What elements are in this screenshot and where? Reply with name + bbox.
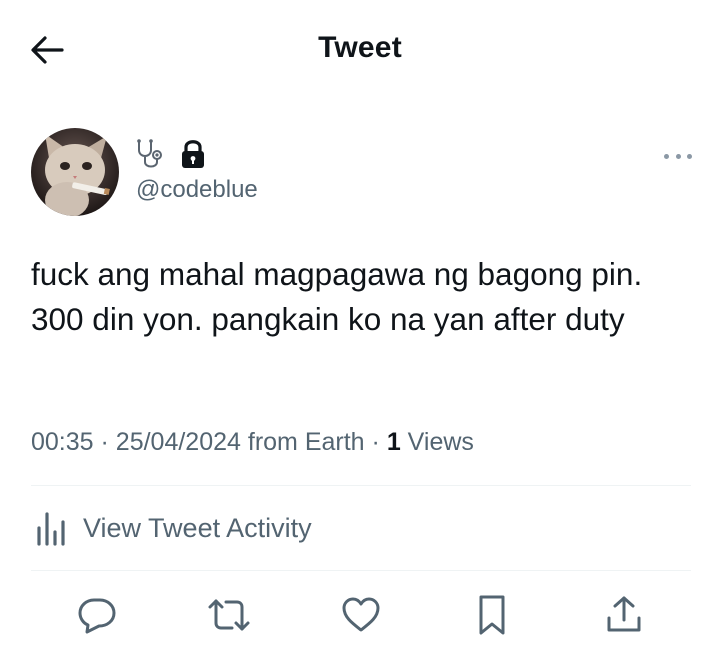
author-handle[interactable]: @codeblue xyxy=(136,176,258,204)
retweet-button[interactable] xyxy=(204,590,254,640)
divider xyxy=(31,485,691,486)
retweet-icon xyxy=(208,599,250,631)
lock-icon xyxy=(179,138,207,170)
tweet-text: fuck ang mahal magpagawa ng bagong pin. … xyxy=(31,256,643,337)
reply-button[interactable] xyxy=(72,590,122,640)
bookmark-icon xyxy=(479,595,505,635)
tweet-source: from Earth xyxy=(247,428,365,456)
share-icon xyxy=(607,596,641,632)
more-dot-icon xyxy=(687,153,692,159)
bookmark-button[interactable] xyxy=(467,590,517,640)
like-button[interactable] xyxy=(336,590,386,640)
action-bar xyxy=(0,590,720,640)
activity-label: View Tweet Activity xyxy=(83,512,312,543)
more-dot-icon xyxy=(675,153,681,159)
page-title: Tweet xyxy=(318,31,402,64)
divider xyxy=(31,570,691,571)
bar-chart-icon xyxy=(37,512,65,546)
view-tweet-activity-button[interactable]: View Tweet Activity xyxy=(31,508,312,548)
reply-icon xyxy=(78,598,116,634)
like-icon xyxy=(342,597,380,632)
tweet-date: 25/04/2024 xyxy=(115,428,241,456)
share-button[interactable] xyxy=(599,590,649,640)
tweet-meta: 00:35 · 25/04/2024 from Earth · 1 Views xyxy=(31,428,474,457)
avatar[interactable] xyxy=(31,128,119,216)
author-name[interactable] xyxy=(135,138,207,170)
tweet-time: 00:35 xyxy=(31,428,94,456)
stethoscope-icon xyxy=(135,138,171,170)
views-label: Views xyxy=(407,428,474,456)
more-dot-icon xyxy=(664,153,669,159)
meta-separator: · xyxy=(100,428,109,456)
more-options-button[interactable] xyxy=(664,148,692,164)
meta-separator: · xyxy=(371,428,380,456)
views-count: 1 xyxy=(386,428,401,456)
cat-avatar xyxy=(31,128,119,216)
top-bar: Tweet xyxy=(0,0,720,100)
